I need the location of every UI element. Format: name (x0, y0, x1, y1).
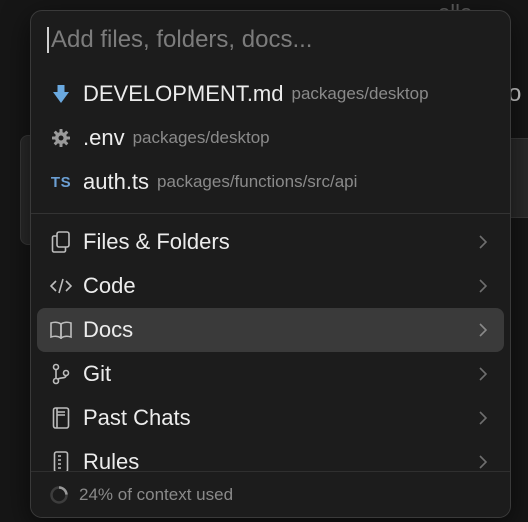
file-path: packages/functions/src/api (157, 172, 358, 191)
recent-file-item[interactable]: DEVELOPMENT.md packages/desktop (31, 72, 510, 116)
menu-item-label: Git (83, 361, 112, 386)
chevron-right-icon (476, 279, 490, 293)
add-context-popup: DEVELOPMENT.md packages/desktop (30, 10, 511, 518)
menu-item-git[interactable]: Git (37, 352, 504, 396)
download-arrow-icon (49, 82, 73, 106)
file-name: auth.ts (83, 169, 150, 194)
recent-file-item[interactable]: .env packages/desktop (31, 116, 510, 160)
file-name: DEVELOPMENT.md (83, 81, 284, 106)
search-row (31, 11, 510, 69)
divider (31, 213, 510, 214)
file-path: packages/desktop (291, 84, 429, 103)
text-caret (47, 27, 49, 53)
recent-files-list: DEVELOPMENT.md packages/desktop .env pac… (31, 69, 510, 204)
menu-item-label: Past Chats (83, 405, 191, 430)
context-usage-text: 24% of context used (79, 484, 234, 504)
menu-item-docs[interactable]: Docs (37, 308, 504, 352)
menu-item-code[interactable]: Code (37, 264, 504, 308)
chevron-right-icon (476, 323, 490, 337)
git-branch-icon (49, 362, 73, 386)
code-icon (49, 274, 73, 298)
typescript-icon: TS (49, 170, 73, 194)
notebook-icon (49, 406, 73, 430)
menu-item-label: Files & Folders (83, 229, 230, 254)
chevron-right-icon (476, 367, 490, 381)
menu-item-past-chats[interactable]: Past Chats (37, 396, 504, 440)
gear-icon (49, 126, 73, 150)
copy-files-icon (49, 230, 73, 254)
ts-badge: TS (50, 173, 72, 191)
chevron-right-icon (476, 411, 490, 425)
background-text-fragment-right: o (508, 80, 522, 107)
recent-file-item[interactable]: TS auth.ts packages/functions/src/api (31, 160, 510, 204)
search-input[interactable] (51, 26, 494, 54)
context-progress-ring-icon (49, 485, 69, 505)
chevron-right-icon (476, 235, 490, 249)
chevron-right-icon (476, 455, 490, 469)
menu-item-label: Docs (83, 317, 134, 342)
context-usage-footer: 24% of context used (31, 471, 510, 517)
context-menu: Files & Folders Code Docs Git Past Chats… (31, 220, 510, 484)
file-name: .env (83, 125, 125, 150)
menu-item-files-folders[interactable]: Files & Folders (37, 220, 504, 264)
book-icon (49, 318, 73, 342)
menu-item-label: Code (83, 273, 136, 298)
file-path: packages/desktop (132, 128, 270, 147)
